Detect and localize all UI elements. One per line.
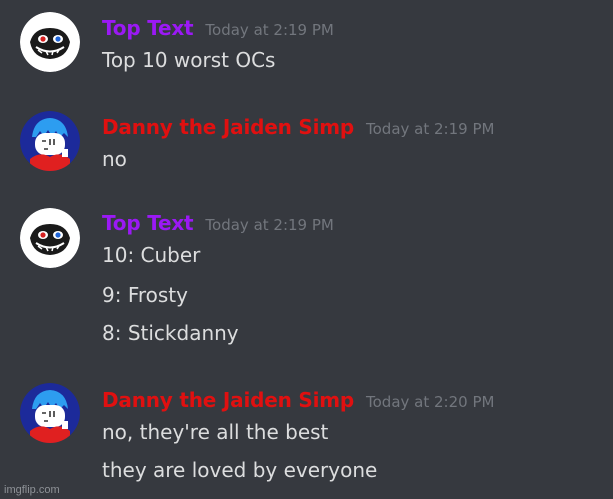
message-text: they are loved by everyone — [102, 458, 378, 482]
message-header: Danny the Jaiden Simp Today at 2:19 PM — [102, 115, 494, 139]
message-text: 9: Frosty — [102, 283, 188, 307]
troll-face-avatar-icon[interactable] — [20, 208, 80, 268]
watermark: imgflip.com — [4, 484, 60, 496]
message-header: Top Text Today at 2:19 PM — [102, 211, 334, 235]
blue-haired-character-avatar-icon[interactable] — [20, 111, 80, 171]
username[interactable]: Danny the Jaiden Simp — [102, 388, 354, 412]
message-text: 10: Cuber — [102, 243, 201, 267]
username[interactable]: Danny the Jaiden Simp — [102, 115, 354, 139]
timestamp: Today at 2:19 PM — [366, 120, 495, 138]
username[interactable]: Top Text — [102, 211, 194, 235]
message-text: 8: Stickdanny — [102, 321, 239, 345]
timestamp: Today at 2:19 PM — [205, 216, 334, 234]
message-header: Top Text Today at 2:19 PM — [102, 16, 334, 40]
troll-face-avatar-icon[interactable] — [20, 12, 80, 72]
blue-haired-character-avatar-icon[interactable] — [20, 383, 80, 443]
timestamp: Today at 2:20 PM — [366, 393, 495, 411]
chat-message-list: Top Text Today at 2:19 PM Top 10 worst OC… — [0, 0, 613, 499]
username[interactable]: Top Text — [102, 16, 194, 40]
message-text: no, they're all the best — [102, 420, 329, 444]
message-text: no — [102, 147, 127, 171]
message-header: Danny the Jaiden Simp Today at 2:20 PM — [102, 388, 494, 412]
message-text: Top 10 worst OCs — [102, 48, 276, 72]
timestamp: Today at 2:19 PM — [205, 21, 334, 39]
